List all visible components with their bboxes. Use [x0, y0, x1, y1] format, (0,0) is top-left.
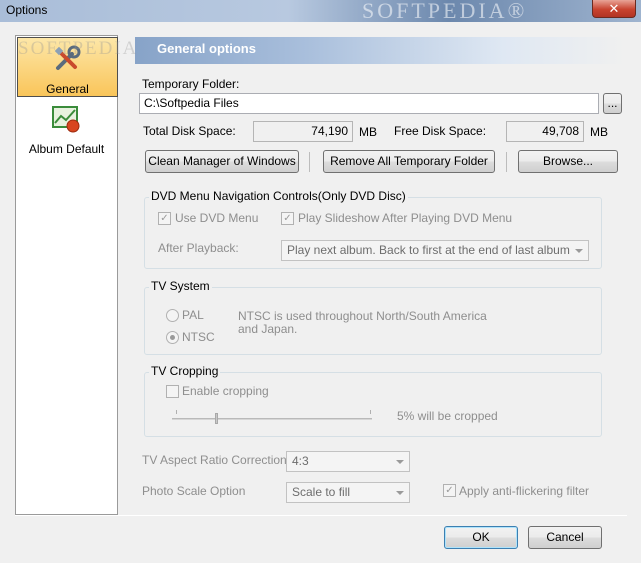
remove-temp-folders-button[interactable]: Remove All Temporary Folder	[323, 150, 495, 173]
chevron-down-icon	[575, 249, 583, 253]
dvd-group-title: DVD Menu Navigation Controls(Only DVD Di…	[149, 189, 408, 203]
title-watermark: SOFTPEDIA®	[362, 0, 528, 23]
after-playback-value: Play next album. Back to first at the en…	[287, 243, 570, 257]
sidebar-item-album-default[interactable]: Album Default	[17, 98, 116, 156]
after-playback-select[interactable]: Play next album. Back to first at the en…	[281, 240, 589, 261]
section-title: General options	[157, 41, 256, 56]
pal-label: PAL	[182, 308, 204, 322]
window-title: Options	[6, 3, 48, 17]
ok-button[interactable]: OK	[444, 526, 518, 549]
use-dvd-menu-label: Use DVD Menu	[175, 211, 259, 225]
browse-folder-button[interactable]: ...	[603, 93, 622, 114]
play-slideshow-label: Play Slideshow After Playing DVD Menu	[298, 211, 513, 225]
photo-scale-value: Scale to fill	[292, 485, 351, 499]
aspect-ratio-label: TV Aspect Ratio Correction	[142, 453, 287, 467]
total-disk-value: 74,190	[253, 121, 353, 142]
use-dvd-menu-checkbox[interactable]: ✓	[158, 212, 171, 225]
sidebar-item-label: General	[46, 82, 89, 96]
crop-percent-label: 5% will be cropped	[397, 409, 498, 423]
photo-scale-select[interactable]: Scale to fill	[286, 482, 410, 503]
total-disk-unit: MB	[359, 125, 377, 139]
pal-radio[interactable]	[166, 309, 179, 322]
play-slideshow-checkbox[interactable]: ✓	[281, 212, 294, 225]
free-disk-value: 49,708	[506, 121, 584, 142]
free-disk-unit: MB	[590, 125, 608, 139]
tv-cropping-group	[144, 372, 602, 437]
chevron-down-icon	[396, 491, 404, 495]
cancel-button[interactable]: Cancel	[528, 526, 602, 549]
radio-dot	[170, 335, 175, 340]
after-playback-label: After Playback:	[158, 241, 239, 255]
temp-folder-label: Temporary Folder:	[142, 77, 240, 91]
close-button[interactable]: ✕	[592, 0, 636, 18]
category-sidebar: General Album Default	[15, 35, 118, 515]
tv-system-title: TV System	[149, 279, 212, 293]
aspect-ratio-select[interactable]: 4:3	[286, 451, 410, 472]
tv-system-description: NTSC is used throughout North/South Amer…	[238, 309, 487, 336]
enable-cropping-checkbox[interactable]	[166, 385, 179, 398]
tv-cropping-title: TV Cropping	[149, 364, 221, 378]
ntsc-label: NTSC	[182, 330, 215, 344]
antiflicker-checkbox[interactable]: ✓	[443, 484, 456, 497]
enable-cropping-label: Enable cropping	[182, 384, 269, 398]
chevron-down-icon	[396, 460, 404, 464]
title-bar[interactable]	[0, 0, 641, 22]
button-divider	[309, 152, 310, 172]
album-chart-icon	[52, 106, 80, 133]
crop-slider-thumb[interactable]	[215, 413, 218, 424]
temp-folder-field[interactable]: C:\Softpedia Files	[139, 93, 599, 114]
browse-button[interactable]: Browse...	[518, 150, 618, 173]
total-disk-label: Total Disk Space:	[143, 124, 236, 138]
sidebar-item-label: Album Default	[28, 142, 105, 156]
slider-tick	[370, 410, 371, 414]
free-disk-label: Free Disk Space:	[394, 124, 487, 138]
header-watermark: SOFTPEDIA	[18, 38, 139, 59]
button-divider	[506, 152, 507, 172]
footer-divider	[15, 515, 627, 516]
aspect-ratio-value: 4:3	[292, 454, 309, 468]
antiflicker-label: Apply anti-flickering filter	[459, 484, 590, 498]
photo-scale-label: Photo Scale Option	[142, 484, 246, 498]
clean-manager-button[interactable]: Clean Manager of Windows	[145, 150, 299, 173]
ntsc-radio[interactable]	[166, 331, 179, 344]
crop-slider-track[interactable]	[172, 418, 372, 420]
slider-tick	[176, 410, 177, 414]
